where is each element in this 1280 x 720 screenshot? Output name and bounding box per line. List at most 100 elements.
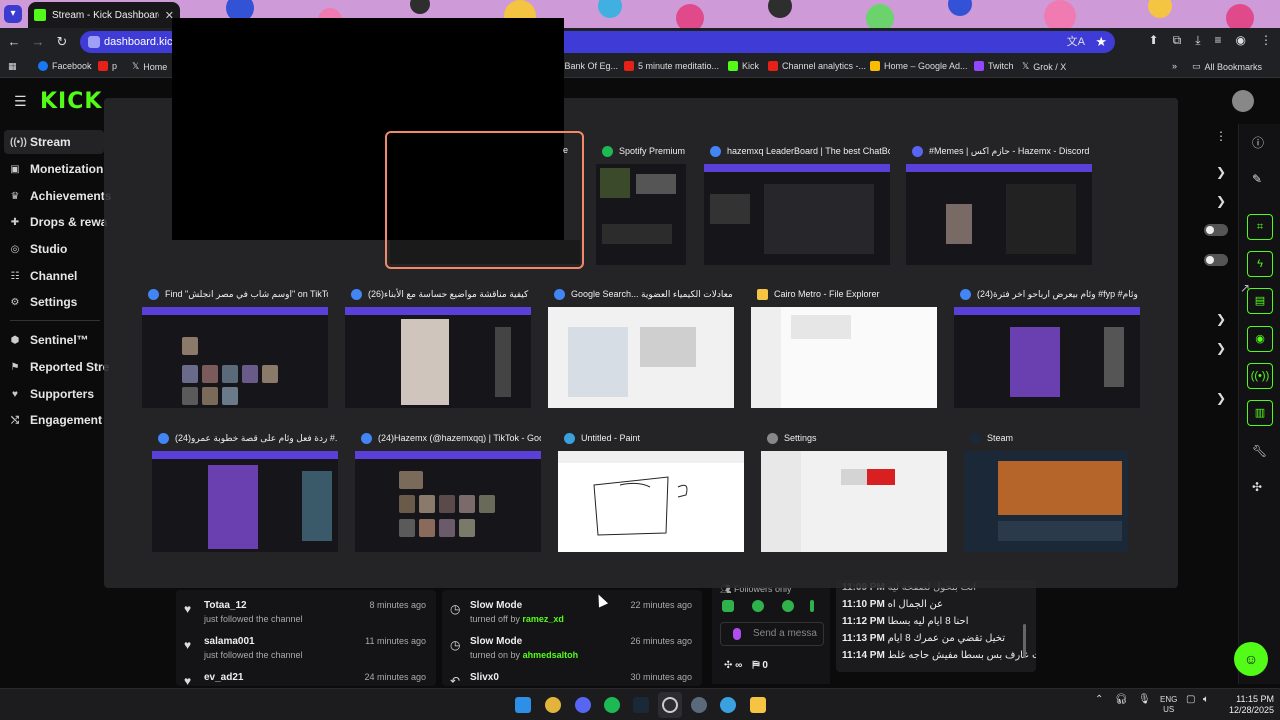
sidebar-item-monetization[interactable]: ▣ Monetization <box>10 162 103 176</box>
bookmark-google-ads[interactable]: Home – Google Ad... <box>870 61 968 71</box>
kick-logo[interactable]: KICK <box>40 89 102 114</box>
hamburger-menu-icon[interactable]: ☰ <box>14 93 27 110</box>
bookmark-kick[interactable]: Kick <box>728 61 759 71</box>
microphone-icon[interactable]: 🎙︎ <box>1138 694 1151 705</box>
bookmark-facebook[interactable]: Facebook <box>38 61 92 71</box>
discord-taskbar-icon[interactable] <box>575 697 591 713</box>
chrome-taskbar-icon[interactable] <box>545 697 561 713</box>
network-icon[interactable]: ▢ <box>1186 694 1195 705</box>
language-indicator[interactable]: ENG US <box>1160 695 1177 715</box>
document-tool-button[interactable]: ▤ <box>1247 288 1273 314</box>
activity-user[interactable]: ahmedsaltoh <box>523 650 579 660</box>
back-button[interactable]: ← <box>6 34 22 50</box>
lightning-tool-button[interactable]: ϟ <box>1247 251 1273 277</box>
emote-icon[interactable] <box>782 600 794 612</box>
toggle-switch[interactable] <box>1204 254 1228 266</box>
apps-icon[interactable]: ▦ <box>8 61 17 72</box>
bookmark-grok[interactable]: 𝕏 Grok / X <box>1022 61 1066 72</box>
menu-icon[interactable]: ⋮ <box>1260 33 1272 48</box>
expand-chevron-icon[interactable]: ❯ <box>1216 341 1226 355</box>
analytics-icon[interactable]: ↗ <box>1240 281 1250 295</box>
studio-icon: ◎ <box>10 243 20 255</box>
sidebar-item-supporters[interactable]: ♥ Supporters <box>10 387 94 401</box>
toggle-switch[interactable] <box>1204 224 1228 236</box>
sidebar-item-reported-streams[interactable]: ⚑ Reported Stre <box>10 360 110 374</box>
forward-button[interactable]: → <box>30 34 46 50</box>
activity-title[interactable]: Slivx0 <box>470 672 499 683</box>
sidebar-item-studio[interactable]: ◎ Studio <box>10 242 68 256</box>
youtube-icon <box>624 61 634 71</box>
chat-scrollbar[interactable] <box>1023 624 1026 658</box>
sidebar-item-settings[interactable]: ⚙ Settings <box>10 295 78 309</box>
support-chat-button[interactable]: ☺ <box>1234 642 1268 676</box>
download-icon[interactable]: ⤓ <box>1195 33 1200 48</box>
extensions-icon[interactable]: ⧉ <box>1173 33 1182 48</box>
headset-icon[interactable]: 🎧︎ <box>1115 694 1128 705</box>
tray-overflow-icon[interactable]: ⌃ <box>1095 694 1103 705</box>
bookmark-p[interactable]: p <box>98 61 117 71</box>
layout-tool-button[interactable]: ▥ <box>1247 400 1273 426</box>
gift-stat[interactable]: ⛿ 0 <box>752 660 768 671</box>
selected-window-thumb[interactable] <box>390 240 580 264</box>
screenshot-tool-button[interactable]: ⌗ <box>1247 214 1273 240</box>
bookmark-channel-analytics[interactable]: Channel analytics -... <box>768 61 866 71</box>
sidebar-item-channel[interactable]: ☷ Channel <box>10 269 78 283</box>
shapes-icon[interactable]: ✣ <box>1252 480 1262 494</box>
send-message-input[interactable]: Send a messa <box>720 622 824 646</box>
bookmark-home[interactable]: 𝕏 Home <box>132 61 167 72</box>
sidebar-item-label: Studio <box>30 242 68 256</box>
sidebar-item-stream[interactable]: ((•)) Stream <box>10 135 71 149</box>
chat-stats: ✣ ∞ ⛿ 0 <box>724 660 768 671</box>
emote-icon[interactable] <box>722 600 734 612</box>
reload-button[interactable]: ↻ <box>54 34 70 50</box>
file-explorer-taskbar-icon[interactable] <box>750 697 766 713</box>
mic-icon[interactable] <box>733 628 741 640</box>
info-icon[interactable]: ⓘ <box>1252 134 1264 151</box>
broadcast-tool-button[interactable]: ((•)) <box>1247 363 1273 389</box>
tab-search-button[interactable]: ▾ <box>4 5 22 23</box>
emote-icon[interactable] <box>752 600 764 612</box>
reading-list-icon[interactable]: ≡ <box>1215 33 1222 48</box>
viewers-stat[interactable]: ✣ ∞ <box>724 660 742 671</box>
bookmark-twitch[interactable]: Twitch <box>974 61 1014 71</box>
chat-tool-button[interactable]: ◉ <box>1247 326 1273 352</box>
activity-user[interactable]: salama001 <box>204 636 255 647</box>
window-thumbnail <box>906 164 1092 265</box>
expand-chevron-icon[interactable]: ❯ <box>1216 194 1226 208</box>
emote-icon[interactable] <box>810 600 814 612</box>
expand-chevron-icon[interactable]: ❯ <box>1216 312 1226 326</box>
all-bookmarks[interactable]: ▭ All Bookmarks <box>1192 61 1262 72</box>
wrench-icon[interactable]: 🔧︎ <box>1252 444 1267 458</box>
volume-icon[interactable]: 🔈︎ <box>1203 694 1209 705</box>
user-avatar[interactable] <box>1232 90 1254 112</box>
translate-icon[interactable]: 文A <box>1067 31 1085 53</box>
windows-start-icon[interactable] <box>515 697 531 713</box>
sidebar-item-drops[interactable]: ✚ Drops & rewa <box>10 215 108 229</box>
steam-taskbar-icon[interactable] <box>633 697 649 713</box>
bookmark-bank[interactable]: l Bank Of Eg... <box>560 61 618 71</box>
pin-icon[interactable]: ⬆ <box>1149 33 1159 48</box>
more-options-icon[interactable]: ⋮ <box>1215 129 1227 143</box>
sidebar-item-achievements[interactable]: ♛ Achievements <box>10 189 112 203</box>
settings-taskbar-icon[interactable] <box>691 697 707 713</box>
activity-user[interactable]: ev_ad21 <box>204 672 243 683</box>
paint-taskbar-icon[interactable] <box>720 697 736 713</box>
activity-user[interactable]: Totaa_12 <box>204 600 247 611</box>
expand-chevron-icon[interactable]: ❯ <box>1216 165 1226 179</box>
browser-tab-active[interactable]: Stream - Kick Dashboard ✕ <box>28 2 180 28</box>
sidebar-item-sentinel[interactable]: ⬢ Sentinel™ <box>10 333 89 347</box>
obs-taskbar-icon[interactable] <box>662 697 678 713</box>
activity-user[interactable]: ramez_xd <box>522 614 564 624</box>
expand-chevron-icon[interactable]: ❯ <box>1216 391 1226 405</box>
channel-icon: ☷ <box>10 270 20 282</box>
bookmark-meditation[interactable]: 5 minute meditatio... <box>624 61 719 71</box>
profile-icon[interactable]: ◉ <box>1236 33 1246 48</box>
site-info-icon[interactable] <box>88 36 100 48</box>
system-clock[interactable]: 11:15 PM 12/28/2025 <box>1218 694 1274 716</box>
bookmarks-overflow-icon[interactable]: » <box>1172 61 1177 71</box>
spotify-taskbar-icon[interactable] <box>604 697 620 713</box>
sidebar-item-engagement[interactable]: ⤭ Engagement <box>10 413 102 427</box>
edit-icon[interactable]: ✎ <box>1252 172 1262 186</box>
bookmark-label: p <box>112 61 118 71</box>
bookmark-star-icon[interactable]: ★ <box>1095 31 1107 53</box>
